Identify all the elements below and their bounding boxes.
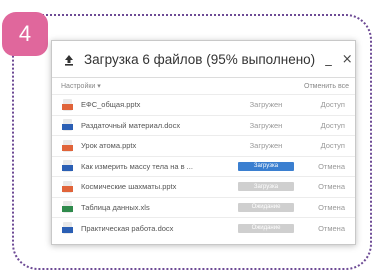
file-list: ЕФС_общая.pptx Загружен Доступ Раздаточный … [52, 95, 355, 239]
upload-icon [62, 52, 76, 66]
docx-file-icon [62, 119, 73, 132]
file-row[interactable]: Практическая работа.docx Ожидание Отмена [52, 218, 355, 239]
file-name: Как измерить массу тела на в ... [81, 161, 193, 171]
xls-file-icon [62, 201, 73, 214]
cancel-all-link[interactable]: Отменить все [304, 83, 349, 90]
cancel-link[interactable]: Отмена [301, 182, 349, 191]
file-row[interactable]: Космические шахматы.pptx Загрузка Отмена [52, 177, 355, 198]
cancel-link[interactable]: Отмена [301, 203, 349, 212]
pptx-file-icon [62, 139, 73, 152]
access-link[interactable]: Доступ [301, 141, 349, 150]
step-badge: 4 [2, 12, 48, 56]
file-name: Раздаточный материал.docx [81, 120, 181, 130]
file-status: Ожидание [231, 202, 301, 212]
file-status: Загрузка [231, 161, 301, 171]
access-link[interactable]: Доступ [301, 121, 349, 130]
docx-file-icon [62, 160, 73, 173]
dialog-toolbar: Настройки ▾ Отменить все [52, 78, 355, 95]
file-name: Космические шахматы.pptx [81, 182, 177, 192]
settings-menu[interactable]: Настройки ▾ [61, 82, 101, 90]
dialog-titlebar: Загрузка 6 файлов (95% выполнено) _ × [52, 41, 355, 78]
file-name: Таблица данных.xls [81, 202, 150, 212]
file-row[interactable]: Таблица данных.xls Ожидание Отмена [52, 198, 355, 218]
file-name: Урок атома.pptx [81, 141, 137, 151]
status-text: Загружен [249, 100, 283, 110]
file-status: Загрузка [231, 182, 301, 192]
access-link[interactable]: Доступ [301, 100, 349, 109]
progress-bar: Ожидание [238, 223, 294, 233]
progress-bar: Загрузка [238, 161, 294, 171]
pptx-file-icon [62, 180, 73, 193]
file-status: Загружен [231, 100, 301, 109]
cancel-link[interactable]: Отмена [301, 162, 349, 171]
minimize-button[interactable]: _ [325, 52, 332, 67]
status-text: Загружен [249, 120, 283, 130]
dialog-title: Загрузка 6 файлов (95% выполнено) [84, 51, 316, 67]
close-button[interactable]: × [342, 52, 353, 67]
file-row[interactable]: ЕФС_общая.pptx Загружен Доступ [52, 95, 355, 116]
progress-bar: Загрузка [238, 182, 294, 192]
file-status: Загружен [231, 141, 301, 150]
file-status: Ожидание [231, 223, 301, 233]
pptx-file-icon [62, 98, 73, 111]
file-name: ЕФС_общая.pptx [81, 100, 141, 110]
file-row[interactable]: Урок атома.pptx Загружен Доступ [52, 136, 355, 157]
progress-bar: Ожидание [238, 202, 294, 212]
file-status: Загружен [231, 121, 301, 130]
file-row[interactable]: Раздаточный материал.docx Загружен Доступ [52, 116, 355, 136]
file-name: Практическая работа.docx [81, 223, 174, 233]
status-text: Загружен [249, 141, 283, 151]
cancel-link[interactable]: Отмена [301, 224, 349, 233]
upload-dialog: Загрузка 6 файлов (95% выполнено) _ × На… [51, 40, 356, 245]
file-row[interactable]: Как измерить массу тела на в ... Загрузка… [52, 157, 355, 177]
docx-file-icon [62, 222, 73, 235]
